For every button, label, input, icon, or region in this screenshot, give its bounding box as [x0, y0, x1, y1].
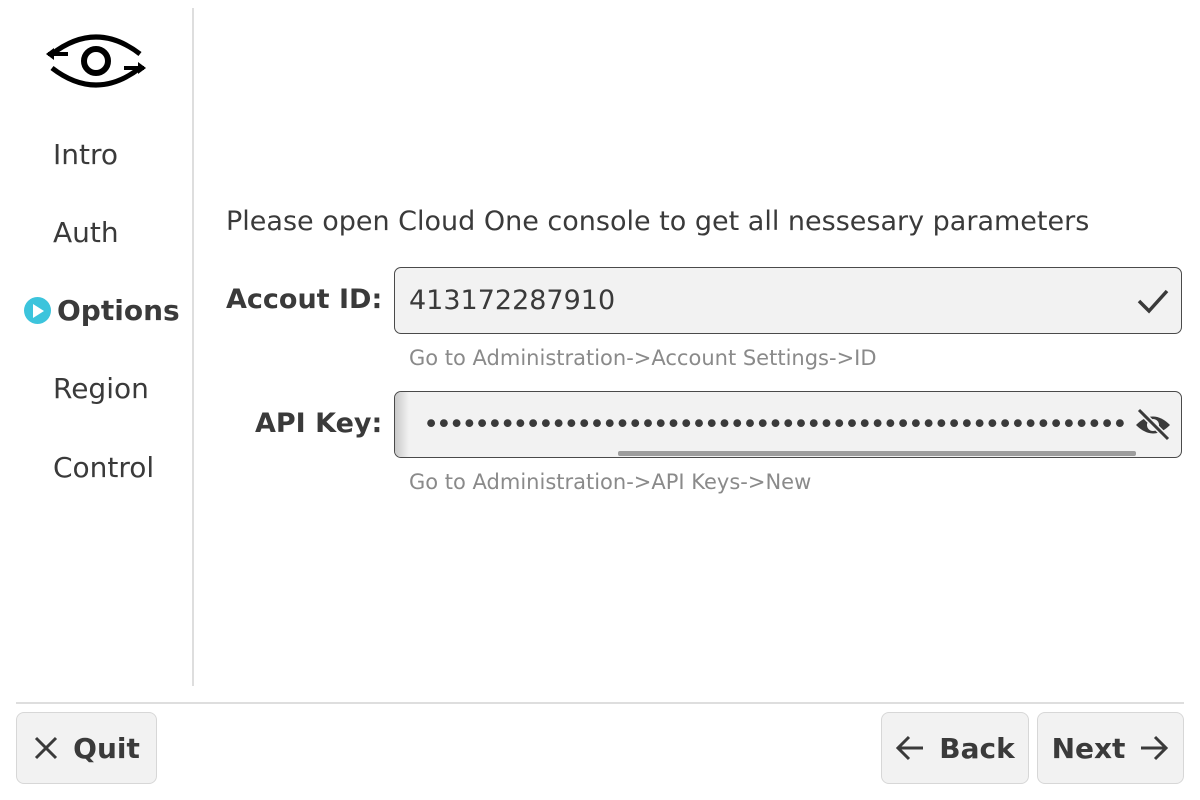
eye-arrows-logo	[46, 34, 146, 88]
installer-window: Intro Auth Options Region Control Please…	[0, 0, 1200, 800]
sidebar-item-options[interactable]: Options	[24, 294, 180, 327]
sidebar-divider	[192, 8, 194, 686]
next-label: Next	[1051, 731, 1126, 765]
scroll-fade	[395, 392, 409, 457]
sidebar: Intro Auth Options Region Control	[0, 0, 193, 686]
back-label: Back	[939, 731, 1015, 765]
sidebar-item-label: Options	[57, 294, 180, 327]
quit-label: Quit	[73, 731, 140, 765]
account-id-hint: Go to Administration->Account Settings->…	[409, 346, 877, 370]
sidebar-item-control[interactable]: Control	[53, 451, 154, 484]
api-key-scrollbar[interactable]	[618, 451, 1136, 456]
arrow-left-icon	[896, 735, 924, 761]
next-button[interactable]: Next	[1037, 712, 1184, 784]
footer-divider	[16, 702, 1184, 704]
account-id-label: Accout ID:	[226, 284, 383, 315]
instructions-text: Please open Cloud One console to get all…	[226, 206, 1090, 237]
account-id-input[interactable]: 413172287910	[395, 285, 1125, 316]
sidebar-item-intro[interactable]: Intro	[53, 138, 118, 171]
api-key-input[interactable]: ••••••••••••••••••••••••••••••••••••••••…	[409, 409, 1125, 440]
close-icon	[35, 736, 58, 760]
account-id-field[interactable]: 413172287910	[394, 267, 1182, 334]
eye-slash-icon[interactable]	[1125, 392, 1181, 457]
api-key-hint: Go to Administration->API Keys->New	[409, 470, 812, 494]
back-button[interactable]: Back	[881, 712, 1029, 784]
check-icon	[1125, 268, 1181, 333]
sidebar-item-auth[interactable]: Auth	[53, 216, 119, 249]
sidebar-item-region[interactable]: Region	[53, 372, 149, 405]
quit-button[interactable]: Quit	[16, 712, 157, 784]
api-key-field[interactable]: ••••••••••••••••••••••••••••••••••••••••…	[394, 391, 1182, 458]
current-step-icon	[24, 297, 51, 324]
arrow-right-icon	[1141, 735, 1169, 761]
api-key-label: API Key:	[255, 408, 383, 439]
